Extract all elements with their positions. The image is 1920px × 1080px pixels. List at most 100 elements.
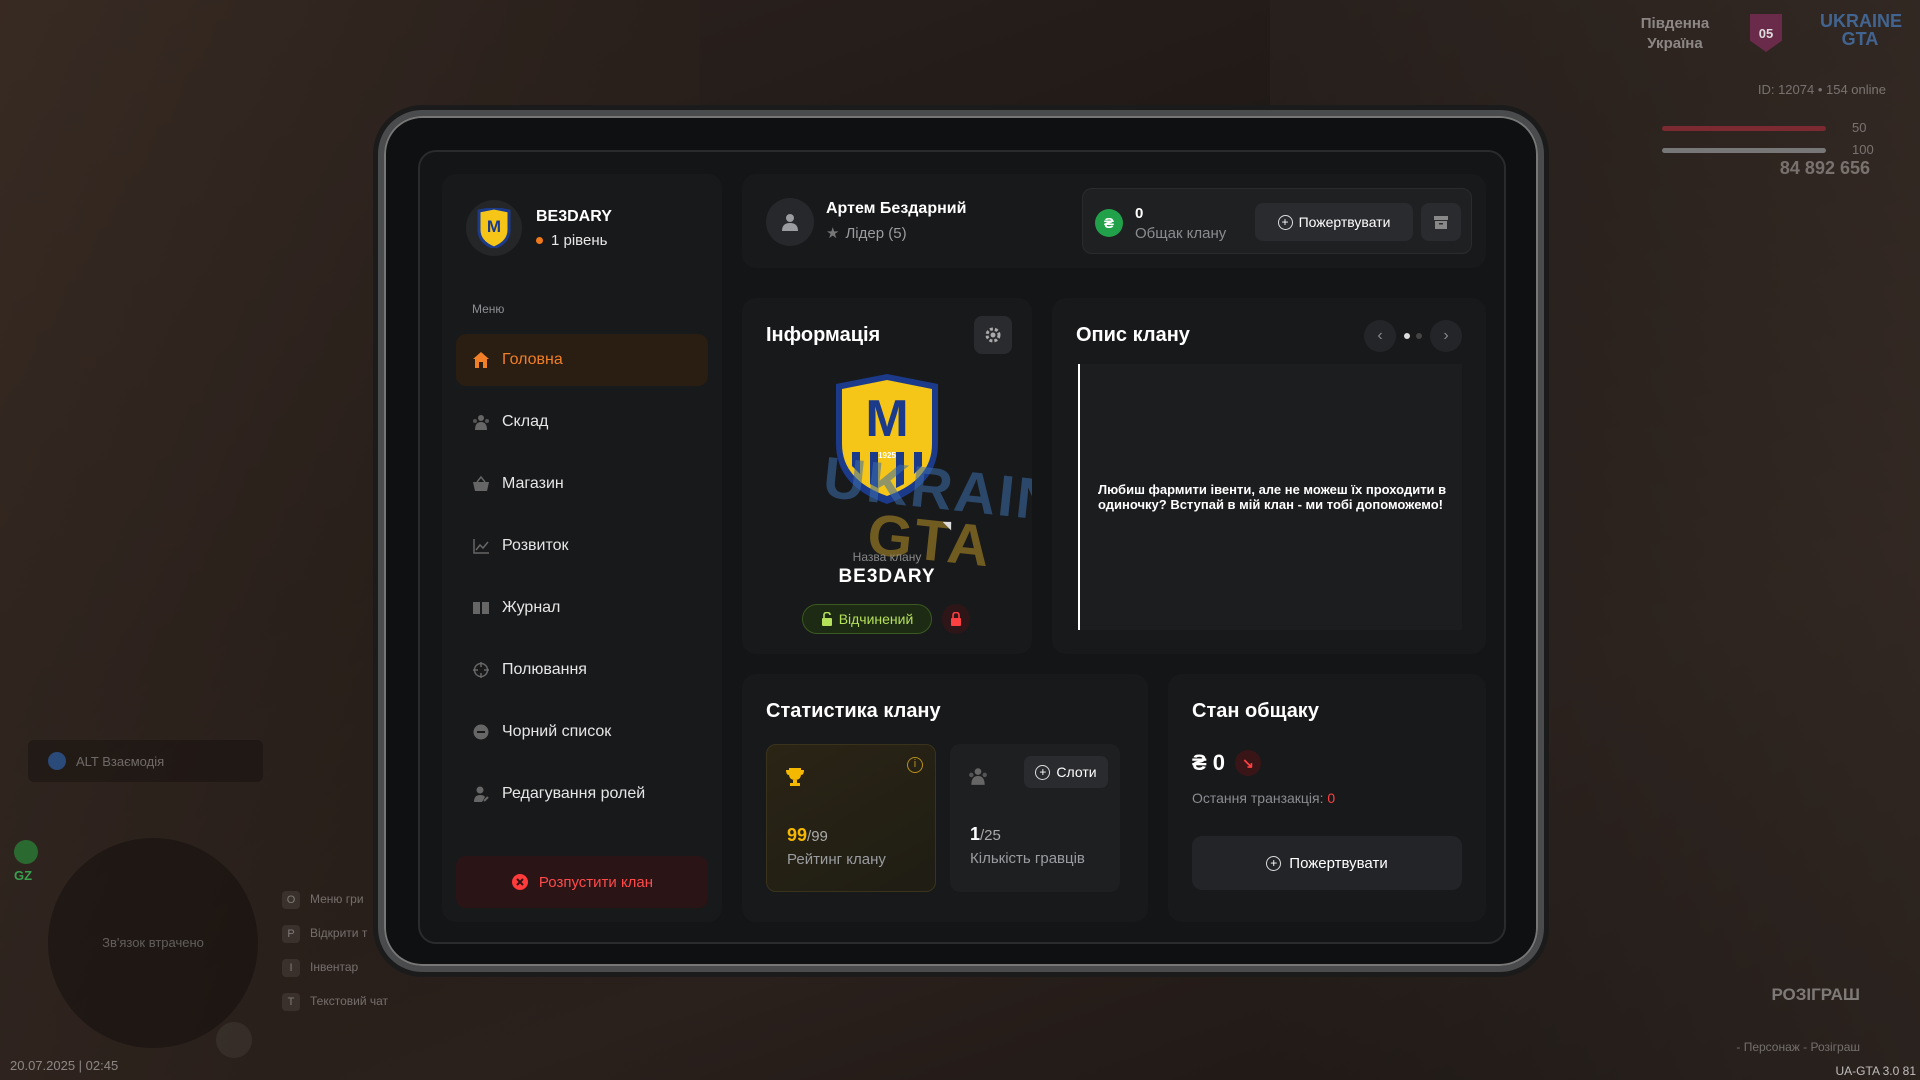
bank-label: Общак клану bbox=[1135, 225, 1227, 242]
sidebar-item-roles[interactable]: Редагування ролей bbox=[456, 768, 708, 820]
svg-text:M: M bbox=[487, 217, 501, 236]
home-icon bbox=[473, 352, 489, 368]
unlock-icon bbox=[821, 612, 832, 626]
status-label: Відчинений bbox=[838, 611, 914, 627]
gz-indicator: GZ bbox=[14, 840, 38, 883]
description-title: Опис клану bbox=[1076, 324, 1190, 346]
gz-icon bbox=[14, 840, 38, 864]
plus-circle-icon: + bbox=[1035, 764, 1051, 780]
sidebar-item-label: Магазин bbox=[502, 475, 564, 492]
close-circle-icon bbox=[511, 874, 528, 890]
user-name: Артем Бездарний bbox=[826, 200, 967, 217]
id-online: ID: 12074 • 154 online bbox=[1757, 82, 1886, 97]
slots-button[interactable]: + Слоти bbox=[1024, 756, 1108, 788]
svg-text:M: M bbox=[865, 390, 908, 448]
stats-card: Статистика клану i 99/99 Рейтинг клану +… bbox=[742, 674, 1148, 922]
slots-label: Слоти bbox=[1056, 764, 1097, 780]
clan-name: BE3DARY bbox=[536, 207, 612, 225]
settings-button[interactable] bbox=[974, 316, 1012, 354]
plus-circle-icon: + bbox=[1277, 214, 1293, 230]
clan-crest-icon: M bbox=[466, 200, 522, 256]
people-icon bbox=[969, 768, 987, 785]
clan-name-label: Назва клану bbox=[852, 550, 922, 564]
clan-header: M BE3DARY 1 рівень bbox=[466, 200, 612, 256]
giveaway-title: РОЗІГРАШ bbox=[1771, 985, 1860, 1004]
clan-name-value: BE3DARY bbox=[838, 566, 936, 587]
sidebar-item-shop[interactable]: Магазин bbox=[456, 458, 708, 510]
lock-button[interactable] bbox=[942, 604, 970, 634]
sidebar-item-blacklist[interactable]: Чорний список bbox=[456, 706, 708, 758]
description-text: Любиш фармити івенти, але не можеш їх пр… bbox=[1098, 482, 1447, 512]
page-dot[interactable] bbox=[1416, 333, 1422, 339]
donate-large-button[interactable]: + Пожертвувати bbox=[1192, 836, 1462, 890]
sidebar-item-home[interactable]: Головна bbox=[456, 334, 708, 386]
chart-icon bbox=[473, 539, 489, 554]
sidebar-item-label: Головна bbox=[502, 351, 563, 368]
donate-label: Пожертвувати bbox=[1298, 214, 1391, 230]
health-bar bbox=[1662, 126, 1826, 131]
people-icon bbox=[473, 415, 489, 430]
disband-clan-button[interactable]: Розпустити клан bbox=[456, 856, 708, 908]
bank-title: Стан общаку bbox=[1192, 700, 1319, 722]
description-card: Опис клану ‹ › Любиш фармити івенти, але… bbox=[1052, 298, 1486, 654]
block-icon bbox=[473, 724, 489, 740]
plus-circle-icon: + bbox=[1266, 855, 1282, 871]
star-icon: ★ bbox=[826, 225, 840, 242]
archive-icon bbox=[1434, 216, 1448, 229]
armor-bar bbox=[1662, 148, 1826, 153]
page-dots bbox=[1404, 333, 1422, 339]
interact-hint: ALT Взаємодія bbox=[28, 740, 263, 782]
sidebar-item-journal[interactable]: Журнал bbox=[456, 582, 708, 634]
chevron-right-icon: › bbox=[1443, 327, 1449, 344]
sidebar-item-development[interactable]: Розвиток bbox=[456, 520, 708, 572]
basket-icon bbox=[473, 475, 489, 491]
info-title: Інформація bbox=[766, 324, 881, 346]
giveaway-sub: - Персонаж - Розіграш bbox=[1736, 1040, 1860, 1054]
description-box[interactable]: Любиш фармити івенти, але не можеш їх пр… bbox=[1078, 364, 1462, 630]
prev-page-button[interactable]: ‹ bbox=[1364, 320, 1396, 352]
rating-tile: i 99/99 Рейтинг клану bbox=[766, 744, 936, 892]
donate-button[interactable]: + Пожертвувати bbox=[1255, 203, 1413, 241]
user-avatar-icon bbox=[766, 198, 814, 246]
key-hint: T Текстовий чат bbox=[282, 984, 388, 1018]
donate-label: Пожертвувати bbox=[1289, 854, 1388, 872]
bank-amount-value: ₴ 0 bbox=[1192, 750, 1226, 775]
interact-label: ALT Взаємодія bbox=[76, 753, 165, 769]
sidebar-item-label: Полювання bbox=[502, 661, 587, 678]
sidebar-item-hunting[interactable]: Полювання bbox=[456, 644, 708, 696]
bank-status-card: Стан общаку ₴ 0 ↘ Остання транзакція: 0 … bbox=[1168, 674, 1486, 922]
archive-button[interactable] bbox=[1421, 203, 1461, 241]
clan-bank-box: ₴ 0 Общак клану + Пожертвувати bbox=[1082, 188, 1472, 254]
user-role-label: Лідер (5) bbox=[845, 224, 907, 242]
next-page-button[interactable]: › bbox=[1430, 320, 1462, 352]
last-transaction: Остання транзакція: 0 bbox=[1192, 790, 1335, 806]
user-role: ★ Лідер (5) bbox=[826, 224, 907, 243]
sidebar-item-members[interactable]: Склад bbox=[456, 396, 708, 448]
players-label: Кількість гравців bbox=[970, 850, 1085, 867]
clan-level-label: 1 рівень bbox=[551, 231, 608, 249]
stats-title: Статистика клану bbox=[766, 700, 941, 722]
info-icon[interactable]: i bbox=[907, 757, 923, 773]
clan-panel: M BE3DARY 1 рівень Меню Головна Склад Ма… bbox=[418, 150, 1506, 944]
gz-label: GZ bbox=[14, 868, 33, 883]
players-value: 1/25 bbox=[970, 824, 1001, 844]
user-card: Артем Бездарний ★ Лідер (5) ₴ 0 Общак кл… bbox=[742, 174, 1486, 268]
minimap: Зв'язок втрачено bbox=[48, 838, 258, 1048]
health-value: 50 bbox=[1852, 120, 1867, 135]
region-label: Південна Україна bbox=[1640, 15, 1710, 52]
rating-value: 99/99 bbox=[787, 825, 828, 845]
sidebar-item-label: Чорний список bbox=[502, 723, 612, 740]
sidebar-item-label: Склад bbox=[502, 413, 549, 430]
level-dot bbox=[536, 236, 543, 244]
status-badge[interactable]: Відчинений bbox=[802, 604, 932, 634]
gear-icon bbox=[985, 327, 1001, 343]
info-icon bbox=[48, 752, 66, 770]
version-label: UA-GTA 3.0 81 bbox=[1835, 1064, 1916, 1078]
rating-label: Рейтинг клану bbox=[787, 851, 886, 868]
bank-value: 0 bbox=[1135, 205, 1144, 222]
sidebar: M BE3DARY 1 рівень Меню Головна Склад Ма… bbox=[442, 174, 722, 922]
key-hint: I Інвентар bbox=[282, 950, 388, 984]
armor-value: 100 bbox=[1852, 142, 1874, 157]
page-dot-active[interactable] bbox=[1404, 333, 1410, 339]
info-card: Інформація M 1925 UKRAINE GTA Назва клану… bbox=[742, 298, 1032, 654]
